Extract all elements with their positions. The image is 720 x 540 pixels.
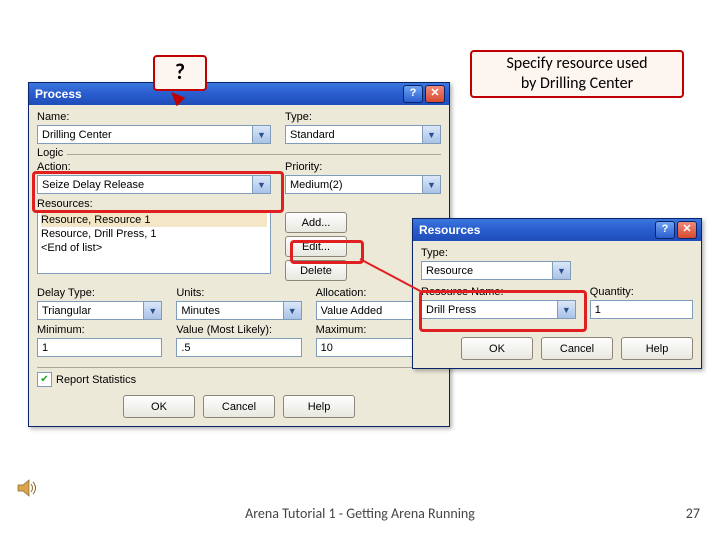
min-value: 1 (42, 342, 48, 354)
res-type-value: Resource (426, 265, 473, 277)
edit-button[interactable]: Edit... (285, 236, 347, 257)
res-type-label: Type: (421, 247, 693, 259)
delete-button[interactable]: Delete (285, 260, 347, 281)
add-button[interactable]: Add... (285, 212, 347, 233)
action-select[interactable]: Seize Delay Release ▼ (37, 175, 271, 194)
process-titlebar[interactable]: Process ? ✕ (29, 83, 449, 105)
chevron-down-icon[interactable]: ▼ (422, 176, 440, 193)
type-label: Type: (285, 111, 441, 123)
action-label: Action: (37, 161, 271, 173)
priority-select[interactable]: Medium(2) ▼ (285, 175, 441, 194)
slide-number: 27 (686, 505, 700, 522)
allocation-value: Value Added (321, 305, 383, 317)
chevron-down-icon[interactable]: ▼ (143, 302, 161, 319)
res-type-select[interactable]: Resource ▼ (421, 261, 571, 280)
name-input[interactable]: Drilling Center ▼ (37, 125, 271, 144)
help-button[interactable]: Help (283, 395, 355, 418)
resources-label: Resources: (37, 198, 93, 210)
min-label: Minimum: (37, 324, 162, 336)
help-icon[interactable]: ? (403, 85, 423, 103)
footer-text: Arena Tutorial 1 - Getting Arena Running (0, 505, 720, 522)
res-qty-label: Quantity: (590, 286, 693, 298)
resources-listbox[interactable]: Resource, Resource 1 Resource, Drill Pre… (37, 210, 271, 274)
close-icon[interactable]: ✕ (425, 85, 445, 103)
priority-label: Priority: (285, 161, 441, 173)
speaker-icon (16, 478, 38, 498)
resources-dialog: Resources ? ✕ Type: Resource ▼ Resource … (412, 218, 702, 369)
list-item[interactable]: Resource, Resource 1 (41, 213, 267, 227)
callout-line2: by Drilling Center (472, 74, 682, 94)
res-help-button[interactable]: Help (621, 337, 693, 360)
res-qty-input[interactable]: 1 (590, 300, 693, 319)
close-icon[interactable]: ✕ (677, 221, 697, 239)
res-ok-button[interactable]: OK (461, 337, 533, 360)
report-stats-label: Report Statistics (56, 374, 136, 386)
type-value: Standard (290, 129, 335, 141)
res-name-value: Drill Press (426, 304, 476, 316)
res-qty-value: 1 (595, 304, 601, 316)
chevron-down-icon[interactable]: ▼ (557, 301, 575, 318)
delaytype-label: Delay Type: (37, 287, 162, 299)
action-value: Seize Delay Release (42, 179, 144, 191)
max-value: 10 (321, 342, 333, 354)
help-icon[interactable]: ? (655, 221, 675, 239)
resources-titlebar[interactable]: Resources ? ✕ (413, 219, 701, 241)
process-dialog: Process ? ✕ Name: Drilling Center ▼ Type… (28, 82, 450, 427)
chevron-down-icon[interactable]: ▼ (552, 262, 570, 279)
delaytype-value: Triangular (42, 305, 91, 317)
list-item[interactable]: Resource, Drill Press, 1 (41, 227, 267, 241)
priority-value: Medium(2) (290, 179, 343, 191)
units-label: Units: (176, 287, 301, 299)
name-label: Name: (37, 111, 271, 123)
list-item[interactable]: <End of list> (41, 241, 267, 255)
logic-group-label: Logic (37, 147, 67, 159)
most-value: .5 (181, 342, 190, 354)
callout-line1: Specify resource used (472, 54, 682, 74)
units-value: Minutes (181, 305, 220, 317)
res-cancel-button[interactable]: Cancel (541, 337, 613, 360)
checkbox-icon: ✔ (37, 372, 52, 387)
callout-question: ? (153, 55, 207, 91)
type-select[interactable]: Standard ▼ (285, 125, 441, 144)
most-label: Value (Most Likely): (176, 324, 301, 336)
min-input[interactable]: 1 (37, 338, 162, 357)
delaytype-select[interactable]: Triangular ▼ (37, 301, 162, 320)
name-value: Drilling Center (42, 129, 112, 141)
ok-button[interactable]: OK (123, 395, 195, 418)
process-title: Process (35, 87, 82, 101)
resources-title: Resources (419, 223, 480, 237)
res-name-select[interactable]: Drill Press ▼ (421, 300, 576, 319)
chevron-down-icon[interactable]: ▼ (422, 126, 440, 143)
cancel-button[interactable]: Cancel (203, 395, 275, 418)
callout-specify-resource: Specify resource used by Drilling Center (470, 50, 684, 98)
chevron-down-icon[interactable]: ▼ (252, 126, 270, 143)
chevron-down-icon[interactable]: ▼ (252, 176, 270, 193)
report-stats-checkbox[interactable]: ✔ Report Statistics (37, 372, 441, 387)
res-name-label: Resource Name: (421, 286, 576, 298)
chevron-down-icon[interactable]: ▼ (283, 302, 301, 319)
units-select[interactable]: Minutes ▼ (176, 301, 301, 320)
most-input[interactable]: .5 (176, 338, 301, 357)
